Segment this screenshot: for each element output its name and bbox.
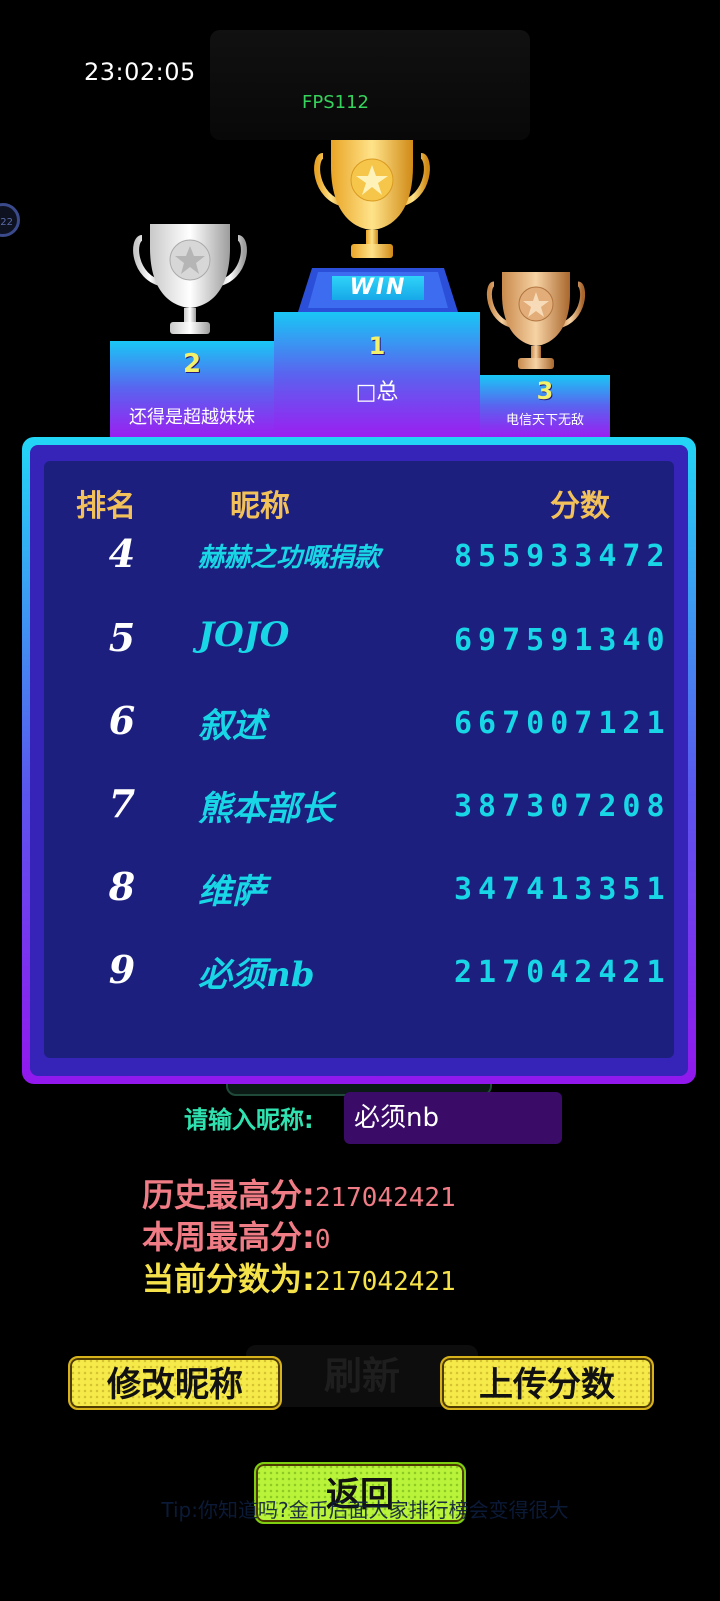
row-score: 217042421 [454, 955, 671, 990]
history-best-label: 历史最高分: [142, 1176, 315, 1214]
row-nickname: JOJO [198, 615, 290, 655]
win-badge: WIN [332, 276, 424, 300]
row-score: 667007121 [454, 706, 671, 741]
podium-second: 2 还得是超越妹妹 [110, 341, 274, 437]
history-best-score: 历史最高分:217042421 [142, 1170, 456, 1216]
week-best-score: 本周最高分:0 [142, 1212, 330, 1258]
podium-first-name: □总 [355, 380, 399, 405]
row-nickname: 赫赫之功嘅捐款 [198, 543, 381, 573]
table-row: 5 JOJO 697591340 [44, 615, 674, 675]
nickname-input[interactable]: 必须nb [344, 1092, 562, 1144]
row-score: 697591340 [454, 623, 671, 658]
row-nickname: 必须nb [198, 955, 315, 995]
background-title-ghost [210, 30, 530, 140]
table-row: 8 维萨 347413351 [44, 864, 674, 924]
gold-trophy-icon [314, 140, 430, 258]
week-best-label: 本周最高分: [142, 1218, 315, 1256]
silver-trophy-icon [133, 224, 247, 334]
current-score-label: 当前分数为: [142, 1260, 315, 1298]
row-rank: 4 [108, 531, 136, 576]
podium-first-rank: 1 [368, 332, 386, 360]
podium-third: 3 电信天下无敌 [480, 375, 610, 437]
leaderboard-screen: 刷新 23:02:05 FPS112 22 WIN 2 还得是超越妹妹 1 □总… [0, 0, 720, 1601]
row-rank: 5 [108, 615, 136, 660]
history-best-value: 217042421 [314, 1183, 456, 1213]
table-row: 4 赫赫之功嘅捐款 855933472 [44, 531, 674, 591]
current-score-value: 217042421 [314, 1267, 456, 1297]
current-score: 当前分数为:217042421 [142, 1254, 456, 1300]
podium-second-rank: 2 [182, 349, 202, 379]
podium-first: 1 □总 [274, 312, 480, 437]
row-score: 347413351 [454, 872, 671, 907]
leaderboard-frame: 排名 昵称 分数 4 赫赫之功嘅捐款 855933472 5 JOJO 6975… [30, 445, 688, 1076]
leaderboard-list: 排名 昵称 分数 4 赫赫之功嘅捐款 855933472 5 JOJO 6975… [44, 461, 674, 1058]
header-score: 分数 [550, 489, 610, 524]
header-nickname: 昵称 [230, 489, 290, 524]
fps-counter: FPS112 [302, 92, 369, 113]
bronze-trophy-icon [486, 272, 586, 369]
podium-second-name: 还得是超越妹妹 [129, 407, 255, 428]
row-score: 387307208 [454, 789, 671, 824]
row-score: 855933472 [454, 539, 671, 574]
nickname-input-label: 请输入昵称: [184, 1106, 314, 1134]
table-row: 7 熊本部长 387307208 [44, 781, 674, 841]
header-rank: 排名 [76, 489, 136, 524]
row-rank: 9 [108, 947, 136, 992]
row-rank: 7 [108, 781, 136, 826]
row-nickname: 熊本部长 [198, 789, 334, 829]
side-floating-button[interactable]: 22 [0, 203, 20, 237]
row-rank: 8 [108, 864, 136, 909]
leaderboard-panel: 排名 昵称 分数 4 赫赫之功嘅捐款 855933472 5 JOJO 6975… [22, 437, 696, 1084]
tip-text: Tip:你知道吗?金币后面大家排行榜会变得很大 [161, 1498, 569, 1522]
row-nickname: 叙述 [198, 706, 266, 746]
row-rank: 6 [108, 698, 136, 743]
rename-button[interactable]: 修改昵称 [68, 1356, 282, 1410]
podium-third-rank: 3 [536, 377, 554, 405]
week-best-value: 0 [314, 1225, 331, 1255]
podium-third-name: 电信天下无敌 [505, 413, 584, 428]
table-row: 6 叙述 667007121 [44, 698, 674, 758]
clock: 23:02:05 [84, 58, 196, 86]
table-row: 9 必须nb 217042421 [44, 947, 674, 1007]
upload-score-button[interactable]: 上传分数 [440, 1356, 654, 1410]
row-nickname: 维萨 [198, 872, 266, 912]
